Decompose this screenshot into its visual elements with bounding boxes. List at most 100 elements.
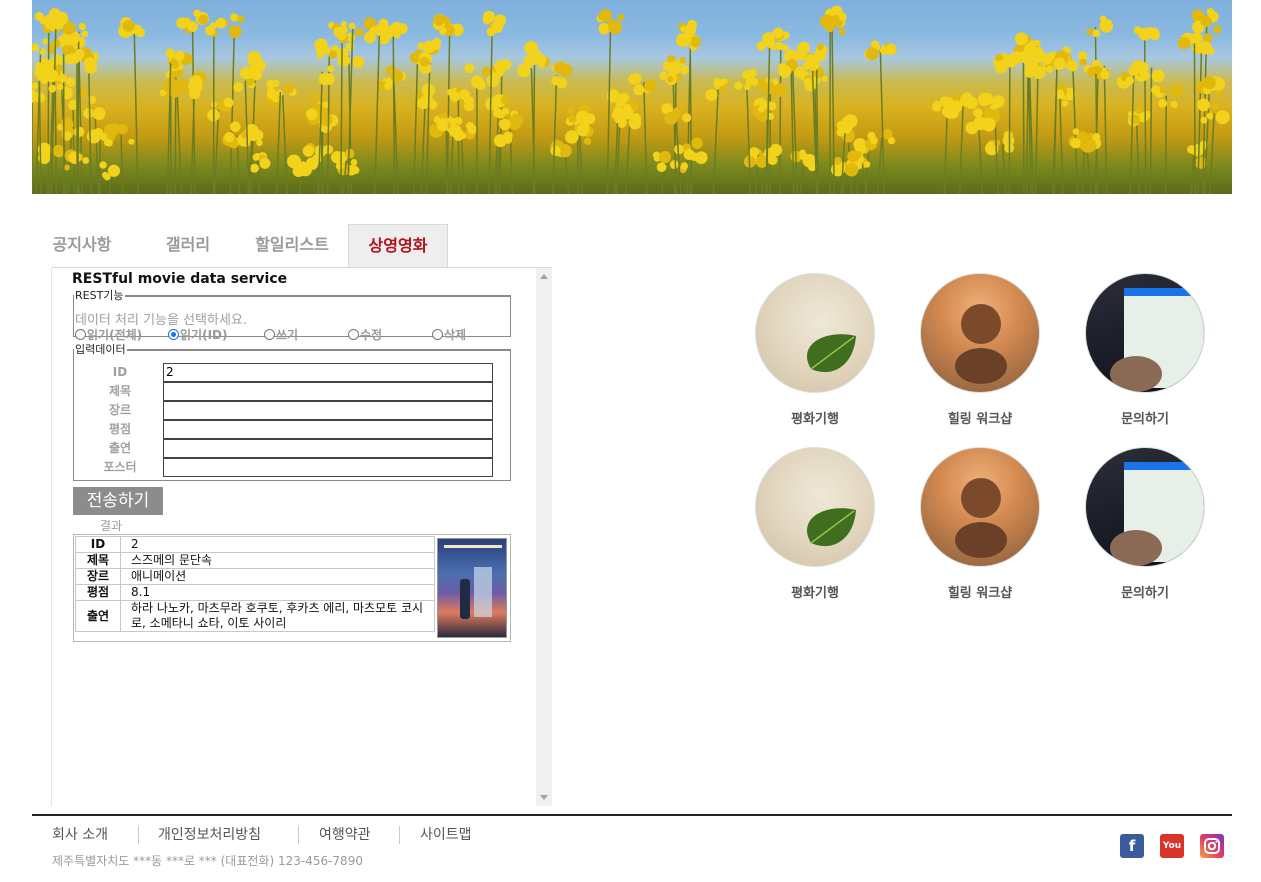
radio-circle-icon[interactable] xyxy=(432,329,443,340)
footer-link-sitemap[interactable]: 사이트맵 xyxy=(420,824,472,844)
flower-blossom xyxy=(617,14,625,21)
circle-item-healing-workshop[interactable]: 힐링 워크샵 xyxy=(885,446,1040,606)
scroll-down-arrow-icon[interactable] xyxy=(540,795,548,800)
tab-now-showing[interactable]: 상영영화 xyxy=(348,224,448,267)
flower-stem xyxy=(879,47,885,194)
footer-separator xyxy=(138,826,139,844)
footer-link-company[interactable]: 회사 소개 xyxy=(52,824,108,844)
leaf-on-sand-image[interactable] xyxy=(755,273,875,393)
flower-blossom xyxy=(215,17,227,29)
flower-blossom xyxy=(448,124,462,138)
flower-blossom xyxy=(734,81,743,90)
tab-notice[interactable]: 공지사항 xyxy=(32,224,132,266)
table-row: ID 2 xyxy=(75,536,435,553)
instagram-glyph-icon xyxy=(1204,838,1220,854)
header-banner-image xyxy=(32,0,1232,194)
flower-stem xyxy=(78,48,83,194)
flower-blossom xyxy=(667,75,674,83)
flower-blossom xyxy=(485,97,499,111)
flower-blossom xyxy=(843,114,858,129)
radio-update[interactable]: 수정 xyxy=(348,326,382,343)
panel-scrollbar[interactable] xyxy=(536,268,552,806)
flower-blossom xyxy=(620,106,634,120)
circle-item-peace-trip[interactable]: 평화기행 xyxy=(720,272,875,432)
flower-blossom xyxy=(42,38,49,45)
submit-button[interactable]: 전송하기 xyxy=(73,487,163,515)
flower-blossom xyxy=(1072,128,1080,135)
flower-blossom xyxy=(61,117,74,130)
rating-input[interactable] xyxy=(163,420,493,439)
flower-blossom xyxy=(583,137,592,145)
footer-link-privacy[interactable]: 개인정보처리방침 xyxy=(158,824,261,844)
flower-blossom xyxy=(1202,76,1216,90)
radio-read-id[interactable]: 읽기(ID) xyxy=(168,326,227,343)
phone-keypad-image[interactable] xyxy=(1085,447,1205,567)
flower-blossom xyxy=(1083,139,1097,152)
flower-blossom xyxy=(1092,59,1099,67)
flower-blossom xyxy=(1215,110,1230,125)
flower-stem xyxy=(229,25,236,194)
tab-bar: 공지사항 갤러리 할일리스트 상영영화 xyxy=(32,224,552,268)
radio-checked-icon[interactable] xyxy=(168,329,179,340)
scroll-up-arrow-icon[interactable] xyxy=(540,274,548,279)
flower-blossom xyxy=(327,65,335,73)
field-row-rating: 평점 xyxy=(74,420,510,439)
flower-blossom xyxy=(319,113,333,127)
leaf-icon xyxy=(807,508,856,547)
flower-blossom xyxy=(486,74,500,88)
flower-blossom xyxy=(805,54,817,66)
tab-todo-list[interactable]: 할일리스트 xyxy=(242,224,342,266)
radio-circle-icon[interactable] xyxy=(264,329,275,340)
radio-circle-icon[interactable] xyxy=(348,329,359,340)
flower-stem xyxy=(712,89,719,194)
footer-link-terms[interactable]: 여행약관 xyxy=(319,824,371,844)
flower-blossom xyxy=(83,107,94,119)
flower-blossom xyxy=(1170,100,1178,108)
flower-blossom xyxy=(298,163,312,177)
flower-blossom xyxy=(162,81,174,92)
poster-input[interactable] xyxy=(163,458,493,477)
flower-stem xyxy=(509,119,514,194)
circle-item-peace-trip[interactable]: 평화기행 xyxy=(720,446,875,606)
phone-icon xyxy=(1110,462,1204,566)
youtube-icon[interactable]: You Tube xyxy=(1160,834,1184,875)
facebook-icon[interactable]: f xyxy=(1120,834,1144,858)
radio-delete[interactable]: 삭제 xyxy=(432,326,466,343)
circle-item-inquiry[interactable]: 문의하기 xyxy=(1050,272,1205,432)
flower-blossom xyxy=(658,150,672,164)
flower-blossom xyxy=(836,128,845,137)
circle-item-inquiry[interactable]: 문의하기 xyxy=(1050,446,1205,606)
flower-blossom xyxy=(681,113,692,123)
flower-blossom xyxy=(656,162,667,173)
genre-input[interactable] xyxy=(163,401,493,420)
flower-stem xyxy=(624,115,632,194)
instagram-icon[interactable] xyxy=(1200,834,1224,858)
id-input[interactable]: 2 xyxy=(163,363,493,382)
flower-blossom xyxy=(42,14,56,27)
title-input[interactable] xyxy=(163,382,493,401)
flower-blossom xyxy=(252,153,260,161)
leaf-on-sand-image[interactable] xyxy=(755,447,875,567)
flower-blossom xyxy=(863,161,871,168)
flower-blossom xyxy=(465,121,475,131)
flower-blossom xyxy=(1150,27,1159,35)
flower-blossom xyxy=(838,12,847,21)
flower-blossom xyxy=(1024,67,1035,78)
phone-keypad-image[interactable] xyxy=(1085,273,1205,393)
flower-blossom xyxy=(241,66,255,80)
circle-item-healing-workshop[interactable]: 힐링 워크샵 xyxy=(885,272,1040,432)
flower-blossom xyxy=(744,83,751,91)
flower-blossom xyxy=(233,82,244,93)
cast-input[interactable] xyxy=(163,439,493,458)
stacked-stones-image[interactable] xyxy=(920,273,1040,393)
result-key: 제목 xyxy=(75,552,121,569)
flower-blossom xyxy=(247,51,262,65)
flower-stem xyxy=(133,26,139,194)
tab-gallery[interactable]: 갤러리 xyxy=(138,224,238,266)
stacked-stones-image[interactable] xyxy=(920,447,1040,567)
flower-blossom xyxy=(502,107,510,115)
radio-read-all[interactable]: 읽기(전체) xyxy=(75,326,142,343)
radio-write[interactable]: 쓰기 xyxy=(264,326,298,343)
radio-circle-icon[interactable] xyxy=(75,329,86,340)
flower-blossom xyxy=(66,45,75,53)
